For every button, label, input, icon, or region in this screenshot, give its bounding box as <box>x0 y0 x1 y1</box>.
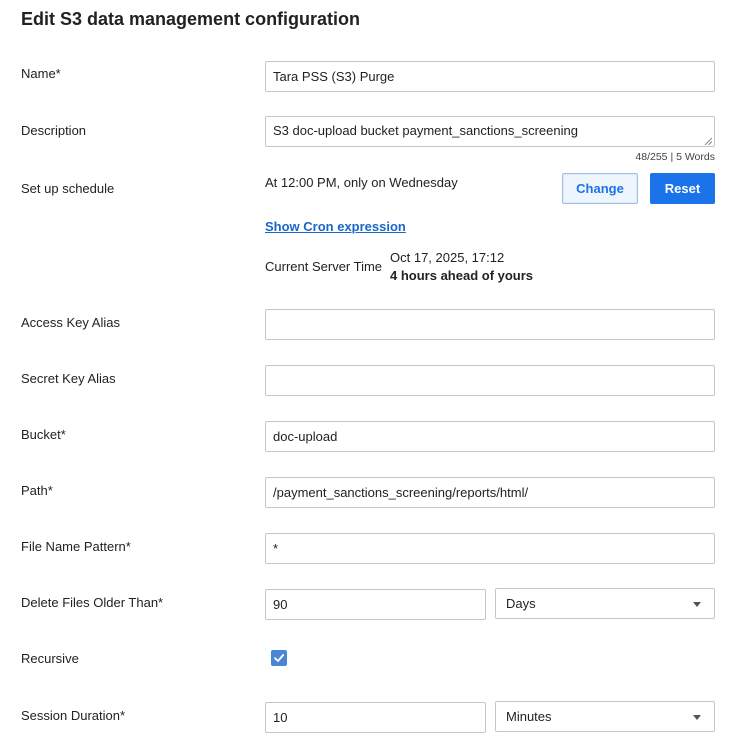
server-time-value: Oct 17, 2025, 17:12 <box>390 250 505 265</box>
reset-schedule-button[interactable]: Reset <box>650 173 715 204</box>
secret-key-alias-label: Secret Key Alias <box>21 371 116 386</box>
delete-files-older-than-label: Delete Files Older Than* <box>21 595 164 610</box>
change-schedule-button[interactable]: Change <box>562 173 638 204</box>
description-label: Description <box>21 123 87 138</box>
name-input[interactable] <box>265 61 715 92</box>
delete-older-unit-value: Days <box>506 596 536 611</box>
checkmark-icon <box>274 654 285 662</box>
schedule-label: Set up schedule <box>21 181 115 196</box>
access-key-alias-label: Access Key Alias <box>21 315 120 330</box>
chevron-down-icon <box>693 715 701 720</box>
server-time-offset: 4 hours ahead of yours <box>390 268 534 283</box>
session-duration-label: Session Duration* <box>21 708 126 723</box>
recursive-checkbox[interactable] <box>271 650 287 666</box>
description-char-counter: 48/255 | 5 Words <box>635 151 715 163</box>
server-time-label: Current Server Time <box>265 259 383 274</box>
secret-key-alias-input[interactable] <box>265 365 715 396</box>
session-duration-unit-value: Minutes <box>506 709 552 724</box>
recursive-label: Recursive <box>21 651 79 666</box>
name-label: Name* <box>21 66 61 81</box>
show-cron-expression-link[interactable]: Show Cron expression <box>265 219 406 234</box>
resize-grip-icon[interactable] <box>704 137 712 145</box>
description-textarea[interactable]: S3 doc-upload bucket payment_sanctions_s… <box>265 116 715 147</box>
path-label: Path* <box>21 483 53 498</box>
bucket-input[interactable] <box>265 421 715 452</box>
bucket-label: Bucket* <box>21 427 66 442</box>
path-input[interactable] <box>265 477 715 508</box>
file-name-pattern-label: File Name Pattern* <box>21 539 131 554</box>
chevron-down-icon <box>693 602 701 607</box>
access-key-alias-input[interactable] <box>265 309 715 340</box>
file-name-pattern-input[interactable] <box>265 533 715 564</box>
schedule-summary: At 12:00 PM, only on Wednesday <box>265 175 458 190</box>
delete-files-older-than-input[interactable] <box>265 589 486 620</box>
page-title: Edit S3 data management configuration <box>21 9 361 29</box>
session-duration-input[interactable] <box>265 702 486 733</box>
delete-older-unit-select[interactable]: Days <box>495 588 715 619</box>
session-duration-unit-select[interactable]: Minutes <box>495 701 715 732</box>
